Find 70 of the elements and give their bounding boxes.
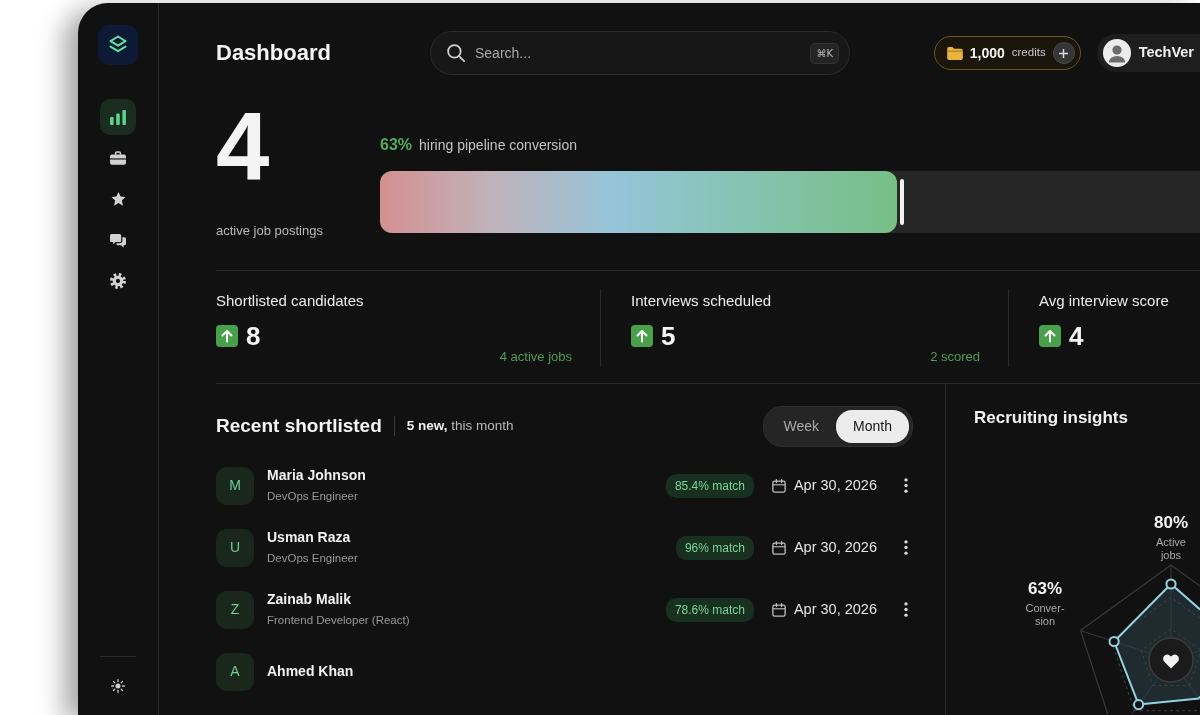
layers-logo-icon [98, 25, 138, 65]
sun-icon [111, 679, 125, 693]
job-postings-count: 4 [216, 99, 270, 195]
search-field[interactable]: Search... ⌘K [430, 31, 850, 75]
kebab-icon [904, 478, 908, 493]
radar-point [1133, 699, 1145, 711]
shortlist-date: Apr 30, 2026 [793, 475, 877, 495]
folder-icon [946, 46, 963, 60]
job-postings-label: active job postings [216, 222, 323, 240]
star-icon [110, 192, 126, 206]
shortlist-date: Apr 30, 2026 [793, 537, 877, 557]
stat-note: 2 scored [930, 348, 980, 366]
initial-avatar: Z [216, 590, 254, 629]
candidate-name: Maria Johnson [267, 466, 366, 486]
initial-avatar: U [216, 528, 254, 567]
period-tab[interactable]: Month [836, 409, 909, 443]
briefcase-icon [110, 151, 126, 165]
calendar-icon [771, 602, 786, 617]
shortlist-date: Apr 30, 2026 [793, 599, 877, 619]
candidate-name: Ahmed Khan [267, 662, 354, 681]
stat-value: 8 [246, 323, 261, 349]
metric-label: Active jobs [1155, 535, 1187, 563]
radar-point [1165, 578, 1177, 590]
sidebar-nav-button[interactable] [100, 99, 136, 135]
match-score-badge: 85.4% match [665, 473, 754, 498]
user-menu-button[interactable]: TechVer [1096, 34, 1200, 72]
search-icon [447, 44, 465, 62]
initial-avatar: M [216, 466, 254, 505]
stat-label: Interviews scheduled [631, 291, 772, 311]
chat-bubbles-icon [110, 232, 126, 248]
add-credits-button[interactable] [1052, 42, 1075, 64]
period-tab[interactable]: Week [766, 409, 837, 443]
metric-label: Conver-sion [1024, 601, 1066, 629]
stat-value: 4 [1069, 323, 1084, 349]
kebab-icon [904, 540, 908, 555]
candidate-role: DevOps Engineer [267, 489, 358, 505]
calendar-icon [771, 478, 786, 493]
summary-text: 5 new, this month [406, 416, 514, 435]
kebab-icon [904, 602, 908, 617]
plus-icon [1059, 48, 1069, 58]
candidate-role: Frontend Developer (React) [267, 613, 410, 629]
theme-toggle-button[interactable] [111, 679, 125, 693]
settings-icon [110, 273, 126, 289]
stat-label: Shortlisted candidates [216, 291, 364, 311]
calendar-icon [771, 540, 786, 555]
stat-note: 4 active jobs [499, 348, 572, 366]
stat-value: 5 [661, 323, 676, 349]
candidate-role: DevOps Engineer [267, 551, 358, 567]
shortcut-hint: ⌘K [810, 42, 839, 64]
match-score-badge: 78.6% match [665, 597, 754, 622]
bar-chart-icon [110, 109, 126, 125]
search-input[interactable]: Search... [475, 42, 801, 64]
section-title: Recent shortlisted [216, 414, 382, 438]
credits-label: credits [1011, 45, 1046, 61]
section-title: Recruiting insights [974, 407, 1129, 428]
match-score-badge: 96% match [675, 535, 754, 560]
stat-label: Avg interview score [1039, 291, 1169, 311]
conversion-label: hiring pipeline conversion [419, 136, 578, 155]
avatar-icon [1102, 39, 1131, 67]
conversion-percent: 63% [380, 135, 413, 155]
candidate-name: Usman Raza [267, 528, 351, 548]
metric-value: 63% [1028, 578, 1062, 600]
radar-point [1108, 635, 1120, 648]
initial-avatar: A [216, 652, 254, 691]
credits-amount: 1,000 [969, 43, 1005, 63]
user-name: TechVer [1138, 43, 1194, 63]
progress-marker [899, 179, 904, 225]
metric-value: 80% [1154, 512, 1188, 534]
candidate-name: Zainab Malik [267, 590, 352, 610]
page-title: Dashboard [216, 39, 332, 67]
